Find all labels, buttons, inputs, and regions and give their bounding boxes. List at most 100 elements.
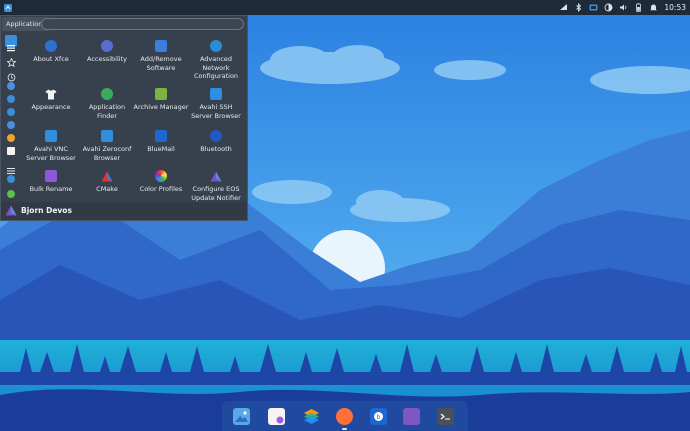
app-menu-button[interactable] [1,1,15,15]
dock-image-viewer[interactable] [232,407,250,425]
volume-icon[interactable] [619,3,628,12]
app-avahi-zeroconf-browser[interactable]: Avahi Zeroconf Browser [79,128,135,168]
app-label: CMake [96,185,118,193]
category-settings[interactable] [5,158,17,174]
dock: b [222,401,468,431]
multimedia-icon [7,134,15,142]
monitor-icon [210,88,222,100]
firefox-icon [335,407,353,425]
brightness-icon[interactable] [604,3,613,12]
eos-logo-icon [210,170,222,182]
xfce-mouse-icon [45,40,57,52]
category-graphics[interactable] [5,106,17,118]
app-label: About Xfce [33,55,69,63]
category-sidebar [1,33,21,202]
active-app-indicator [342,428,347,430]
app-label: Avahi Zeroconf Browser [82,145,132,162]
dock-bluemail[interactable]: b [369,407,387,425]
dropbox-icon[interactable] [589,3,598,12]
category-internet[interactable] [5,119,17,131]
graphics-icon [7,108,15,116]
category-recent[interactable] [5,65,17,82]
color-wheel-icon [155,170,167,182]
favorites-star-icon [6,52,17,68]
recent-icon [7,67,16,82]
accessibility-icon [101,40,113,52]
app-label: Advanced Network Configuration [193,55,239,80]
app-accessibility[interactable]: Accessibility [79,38,135,78]
app-label: Appearance [31,103,71,111]
all-apps-icon [7,37,15,52]
top-panel: 10:53 [0,0,690,15]
folder-icon [45,170,57,182]
network-config-icon [210,40,222,52]
file-manager-icon [402,407,420,425]
app-grid: About Xfce Accessibility Add/Remove Softwa… [23,36,245,202]
category-all-apps[interactable] [5,35,17,52]
tshirt-icon [45,88,57,100]
category-utilities[interactable] [5,188,17,200]
app-advanced-network-configuration[interactable]: Advanced Network Configuration [188,38,244,80]
app-add-remove-software[interactable]: Add/Remove Software [133,38,189,78]
dock-layers-app[interactable] [302,407,320,425]
app-avahi-ssh-server-browser[interactable]: Avahi SSH Server Browser [188,86,244,126]
app-label: Bluetooth [200,145,232,153]
application-menu: Applications About Xfce Accessibility Add/… [0,15,248,221]
dock-document-viewer[interactable] [267,407,285,425]
monitor-icon [101,130,113,142]
bluetooth-icon [210,130,222,142]
app-label: Color Profiles [139,185,183,193]
network-icon[interactable] [559,3,568,12]
category-accessibility[interactable] [5,80,17,92]
utilities-icon [7,190,15,198]
dock-firefox[interactable] [335,407,353,425]
terminal-icon [436,407,454,425]
notification-bell-icon[interactable] [649,3,658,12]
image-viewer-icon [232,407,250,425]
document-viewer-icon [267,407,285,425]
bluetooth-icon[interactable] [574,3,583,12]
settings-icon [7,160,15,174]
app-label: Bulk Rename [29,185,73,193]
menu-header: Applications [1,16,247,33]
category-office[interactable] [5,145,17,157]
app-bluetooth[interactable]: Bluetooth [188,128,244,168]
app-menu-icon [4,3,12,12]
bluemail-icon: b [369,407,387,425]
internet-icon [7,121,15,129]
app-about-xfce[interactable]: About Xfce [23,38,79,78]
app-avahi-vnc-server-browser[interactable]: Avahi VNC Server Browser [23,128,79,168]
category-multimedia[interactable] [5,132,17,144]
endeavouros-logo-icon [5,205,17,216]
bluemail-icon [155,130,167,142]
finder-icon [101,88,113,100]
app-label: Application Finder [88,103,126,120]
app-label: Configure EOS Update Notifier [191,185,241,202]
category-favorites-star[interactable] [5,50,17,68]
cmake-triangle-icon [101,170,113,182]
app-bluemail[interactable]: BlueMail [133,128,189,168]
dock-terminal[interactable] [436,407,454,425]
category-development[interactable] [5,93,17,105]
app-label: Add/Remove Software [140,55,182,72]
archive-icon [155,88,167,100]
app-label: Accessibility [87,55,127,63]
monitor-icon [45,130,57,142]
system-icon [7,175,15,183]
app-label: Avahi VNC Server Browser [26,145,76,162]
app-appearance[interactable]: Appearance [23,86,79,126]
menu-footer: Bjorn Devos [1,202,247,220]
search-input[interactable] [41,18,244,30]
clock[interactable]: 10:53 [664,3,686,12]
app-archive-manager[interactable]: Archive Manager [133,86,189,126]
app-label: BlueMail [147,145,175,153]
dock-file-manager[interactable] [402,407,420,425]
layers-app-icon [303,408,320,425]
category-system[interactable] [5,173,17,185]
accessibility-icon [7,82,15,90]
app-label: Avahi SSH Server Browser [191,103,241,120]
battery-icon[interactable] [634,3,643,12]
development-icon [7,95,15,103]
user-name: Bjorn Devos [21,206,72,215]
app-application-finder[interactable]: Application Finder [79,86,135,126]
